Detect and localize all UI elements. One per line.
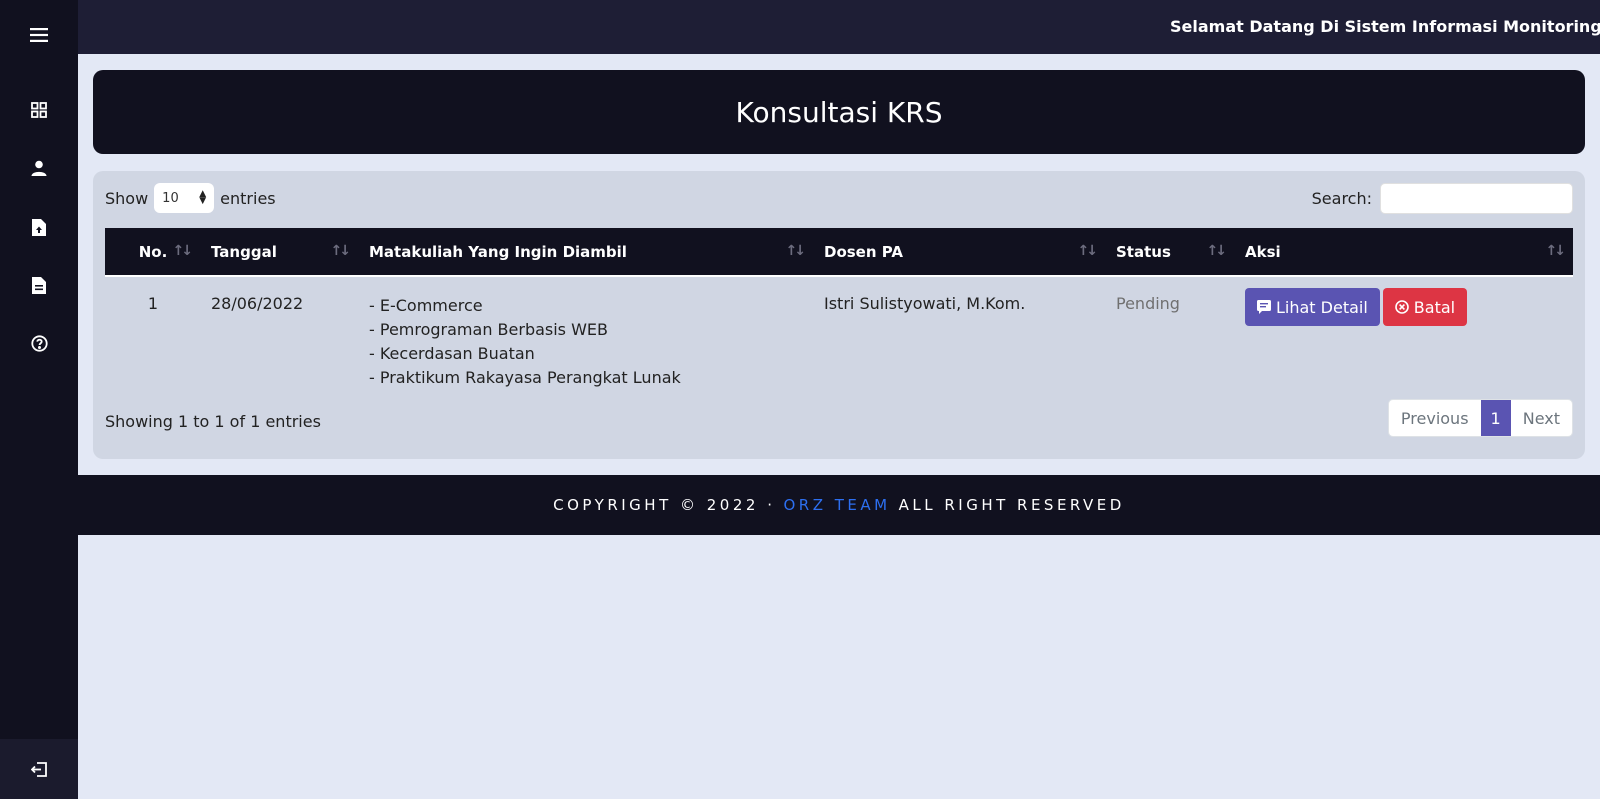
sort-icon: ↑↓ [1077,243,1099,259]
menu-icon[interactable] [0,20,78,50]
sort-icon: ↑↓ [330,243,352,259]
search-control: Search: [1312,183,1573,214]
cell-dosen-pa: Istri Sulistyowati, M.Kom. [824,294,1026,313]
logout-button[interactable] [0,739,78,799]
krs-table: No. ↑↓ Tanggal ↑↓ Matakuliah Yang Ingin Di… [105,228,1573,390]
pagination-previous[interactable]: Previous [1389,400,1481,436]
sort-icon: ↑↓ [1206,243,1228,259]
cell-aksi: Lihat Detail Batal [1234,276,1573,390]
select-arrows-icon: ▲ ▼ [199,189,207,206]
cancel-circle-icon [1394,300,1409,314]
course-item: - Pemrograman Berbasis WEB [369,320,609,339]
sort-icon: ↑↓ [1545,243,1567,259]
table-card: Show 10 ▲ ▼ entries Search: No. ↑↓ Tanggal… [93,171,1585,459]
logout-icon [30,761,47,777]
course-item: - Kecerdasan Buatan [369,344,535,363]
document-icon[interactable] [0,270,78,300]
course-item: - Praktikum Rakayasa Perangkat Lunak [369,368,681,387]
welcome-marquee: Selamat Datang Di Sistem Informasi Monit… [1170,17,1600,36]
table-info: Showing 1 to 1 of 1 entries [105,412,321,431]
footer: COPYRIGHT © 2022 · ORZ TEAM ALL RIGHT RE… [78,475,1600,535]
lihat-detail-button[interactable]: Lihat Detail [1245,288,1380,326]
column-header-matakuliah[interactable]: Matakuliah Yang Ingin Diambil ↑↓ [358,228,813,277]
entries-select-value: 10 [162,190,179,206]
cell-no: 1 [147,294,159,313]
page-header: Konsultasi KRS [93,70,1585,154]
cell-matakuliah: - E-Commerce - Pemrograman Berbasis WEB … [358,276,813,390]
sidebar [0,0,78,799]
course-item: - E-Commerce [369,296,483,315]
lihat-detail-label: Lihat Detail [1276,297,1368,317]
search-input[interactable] [1380,183,1573,214]
footer-copyright: COPYRIGHT © 2022 · [553,496,776,514]
footer-rights: ALL RIGHT RESERVED [898,496,1125,514]
show-label: Show [105,188,149,208]
sort-icon: ↑↓ [172,243,194,259]
cell-tanggal: 28/06/2022 [211,294,304,313]
footer-brand-link[interactable]: ORZ TEAM [783,496,890,514]
page-title: Konsultasi KRS [735,95,943,129]
batal-label: Batal [1413,297,1456,317]
dashboard-icon[interactable] [0,95,78,125]
top-bar: Selamat Datang Di Sistem Informasi Monit… [78,0,1600,54]
column-header-tanggal[interactable]: Tanggal ↑↓ [200,228,358,277]
column-header-no[interactable]: No. ↑↓ [105,228,200,277]
table-row: 1 28/06/2022 - E-Commerce - Pemrograman … [105,276,1573,390]
column-header-aksi[interactable]: Aksi ↑↓ [1234,228,1573,277]
message-icon [1257,300,1271,314]
entries-label: entries [220,188,276,208]
entries-length-control: Show 10 ▲ ▼ entries [105,183,276,213]
document-upload-icon[interactable] [0,212,78,242]
batal-button[interactable]: Batal [1382,288,1468,326]
sort-icon: ↑↓ [785,243,807,259]
status-text: Pending [1116,294,1180,313]
entries-select[interactable]: 10 ▲ ▼ [154,183,215,213]
search-label: Search: [1311,189,1372,208]
cell-status: Pending [1105,276,1234,390]
column-header-status[interactable]: Status ↑↓ [1105,228,1234,277]
pagination-page-1[interactable]: 1 [1480,400,1511,436]
table-header-row: No. ↑↓ Tanggal ↑↓ Matakuliah Yang Ingin Di… [105,228,1573,277]
column-header-dosen-pa[interactable]: Dosen PA ↑↓ [813,228,1105,277]
user-icon[interactable] [0,153,78,183]
help-icon[interactable] [0,328,78,358]
pagination: Previous 1 Next [1387,399,1573,437]
pagination-next[interactable]: Next [1511,400,1572,436]
